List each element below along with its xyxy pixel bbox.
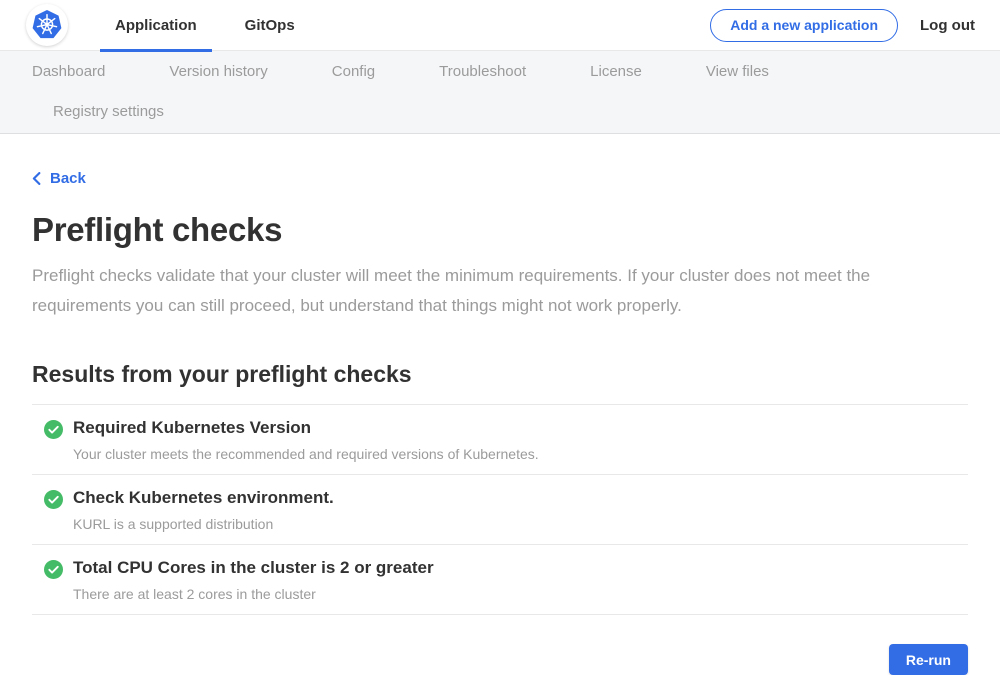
page-title: Preflight checks [32, 211, 968, 249]
subnav-item-dashboard[interactable]: Dashboard [32, 52, 105, 92]
check-title: Required Kubernetes Version [73, 418, 539, 438]
subnav-item-version-history[interactable]: Version history [169, 52, 267, 92]
tab-application[interactable]: Application [100, 0, 212, 51]
chevron-left-icon [32, 172, 41, 185]
tab-gitops-label: GitOps [245, 17, 295, 34]
check-circle-icon [44, 490, 63, 509]
check-title: Total CPU Cores in the cluster is 2 or g… [73, 558, 434, 578]
check-title: Check Kubernetes environment. [73, 488, 334, 508]
app-subnav: Dashboard Version history Config Trouble… [0, 51, 1000, 134]
logout-button[interactable]: Log out [920, 17, 975, 34]
subnav-row-1: Dashboard Version history Config Trouble… [0, 52, 980, 92]
check-circle-icon [44, 420, 63, 439]
top-navbar: Application GitOps Add a new application… [0, 0, 1000, 51]
kubernetes-helm-wheel [29, 7, 65, 43]
preflight-checks-list: Required Kubernetes Version Your cluster… [32, 404, 968, 615]
check-text-block: Required Kubernetes Version Your cluster… [73, 418, 539, 462]
tab-gitops[interactable]: GitOps [230, 0, 310, 51]
check-detail: There are at least 2 cores in the cluste… [73, 586, 434, 602]
subnav-item-registry-settings[interactable]: Registry settings [53, 92, 164, 132]
check-circle-icon [44, 560, 63, 579]
footer-actions: Re-run [32, 644, 968, 675]
subnav-item-config[interactable]: Config [332, 52, 375, 92]
main-content: Back Preflight checks Preflight checks v… [0, 134, 1000, 675]
check-detail: KURL is a supported distribution [73, 516, 334, 532]
check-text-block: Total CPU Cores in the cluster is 2 or g… [73, 558, 434, 602]
add-new-application-button[interactable]: Add a new application [710, 9, 898, 42]
back-link[interactable]: Back [32, 170, 86, 187]
check-text-block: Check Kubernetes environment. KURL is a … [73, 488, 334, 532]
check-row-kubernetes-version: Required Kubernetes Version Your cluster… [32, 404, 968, 474]
subnav-item-troubleshoot[interactable]: Troubleshoot [439, 52, 526, 92]
results-heading: Results from your preflight checks [32, 361, 968, 388]
tab-application-label: Application [115, 17, 197, 34]
subnav-item-view-files[interactable]: View files [706, 52, 769, 92]
back-link-label: Back [50, 170, 86, 187]
check-row-kubernetes-environment: Check Kubernetes environment. KURL is a … [32, 474, 968, 544]
page-description: Preflight checks validate that your clus… [32, 261, 942, 321]
rerun-button[interactable]: Re-run [889, 644, 968, 675]
check-detail: Your cluster meets the recommended and r… [73, 446, 539, 462]
subnav-row-2: Registry settings [0, 92, 980, 132]
check-row-cpu-cores: Total CPU Cores in the cluster is 2 or g… [32, 544, 968, 615]
kubernetes-logo-icon[interactable] [26, 4, 68, 46]
subnav-item-license[interactable]: License [590, 52, 642, 92]
